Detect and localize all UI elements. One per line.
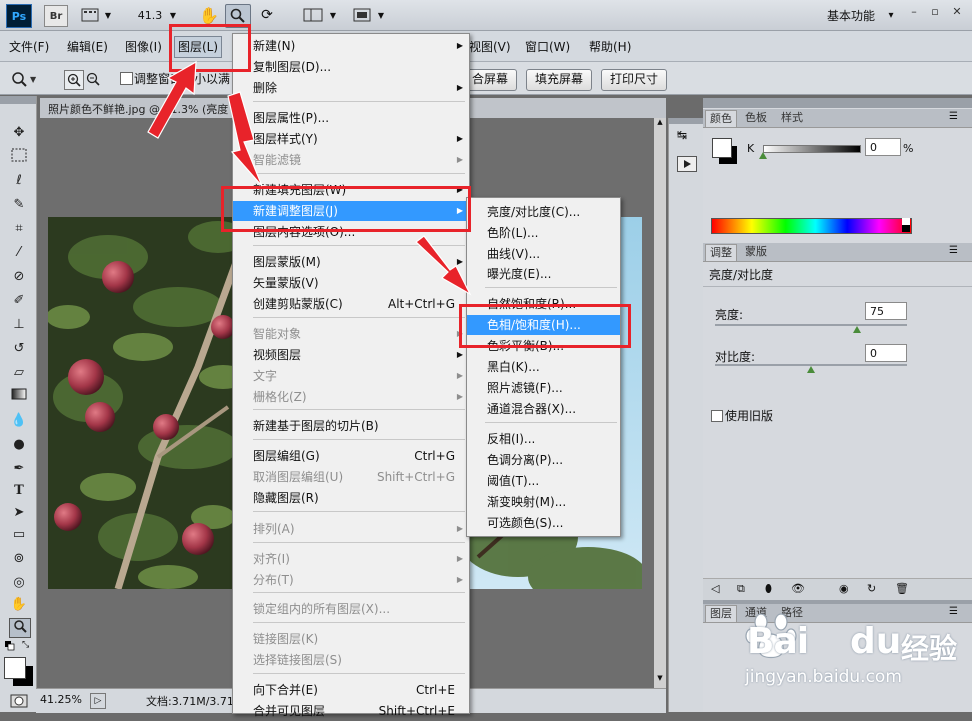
watermark-du: du [850,621,902,662]
watermark-jingyan: 经验 [901,632,958,665]
watermark-bai: Bai [747,621,809,662]
watermark-url: jingyan.baidu.com [745,667,902,687]
baidu-jingyan-watermark: Bai du 经验 jingyan.baidu.com [745,605,965,705]
